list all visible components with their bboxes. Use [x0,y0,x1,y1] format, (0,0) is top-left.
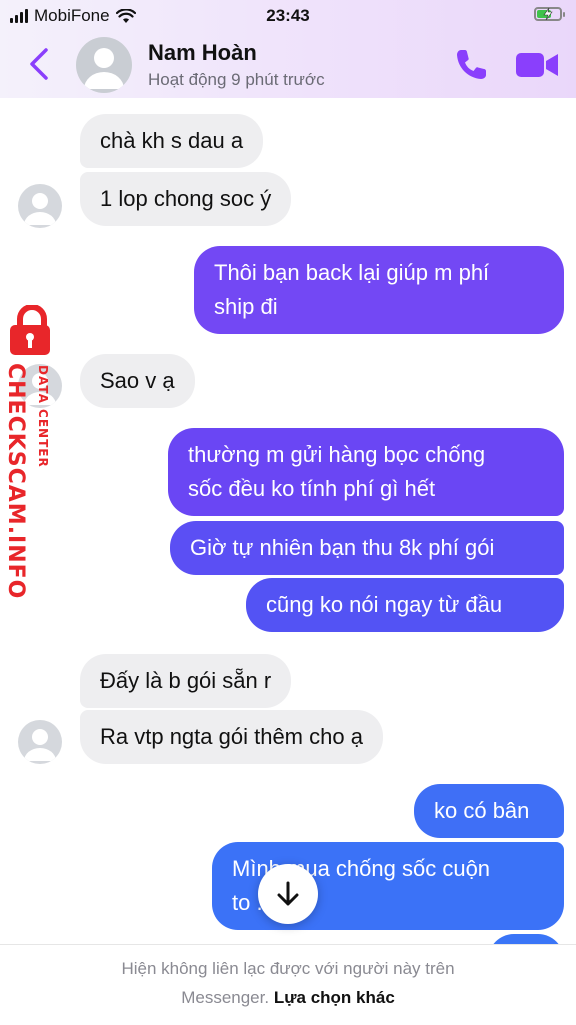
message-text-line: Thôi bạn back lại giúp m phí [214,260,490,285]
notice-text-end: Messenger. [181,988,270,1007]
message-incoming[interactable]: Đấy là b gói sẵn r [80,654,292,708]
contact-avatar[interactable] [76,37,132,93]
message-incoming[interactable]: 1 lop chong soc ý [80,172,292,226]
status-time: 23:43 [266,6,310,25]
watermark: CHECKSCAM.INFO DATA CENTER [0,305,64,599]
conversation-header: MobiFone 23:43 Nam Hoàn Hoạt động 9 phút… [0,0,576,98]
watermark-text: CHECKSCAM.INFO [3,363,28,600]
sender-avatar[interactable] [18,720,62,764]
message-incoming[interactable]: Ra vtp ngta gói thêm cho ạ [80,710,383,764]
phone-icon[interactable] [452,46,490,84]
message-text: 1 lop chong soc ý [100,186,272,211]
message-text: Sao v ạ [100,368,175,393]
message-text: chà kh s dau a [100,128,244,153]
contact-activity-status: Hoạt động 9 phút trước [148,70,325,89]
message-text-line: thường m gửi hàng bọc chống [188,442,486,467]
video-camera-icon[interactable] [514,48,560,82]
message-text: cũng ko nói ngay từ đầu [266,592,503,617]
message-text: ko có bân [434,798,530,823]
message-text-line: ship đi [214,294,278,319]
contact-name[interactable]: Nam Hoàn [148,40,257,66]
arrow-down-icon [277,881,299,906]
notice-text: Hiện không liên lạc được với người này t… [121,959,455,978]
message-text: Đấy là b gói sẵn r [100,668,272,693]
message-outgoing[interactable]: Giờ tự nhiên bạn thu 8k phí gói [170,521,564,575]
watermark-subtext: DATA CENTER [36,365,50,468]
lock-icon [10,305,50,355]
other-options-link[interactable]: Lựa chọn khác [274,988,395,1007]
battery-icon [534,7,565,21]
message-outgoing[interactable]: thường m gửi hàng bọc chống sốc đều ko t… [168,428,564,516]
message-incoming[interactable]: Sao v ạ [80,354,195,408]
message-text-line: sốc đều ko tính phí gì hết [188,476,436,501]
composer-unavailable-notice: Hiện không liên lạc được với người này t… [0,944,576,1025]
message-outgoing[interactable]: Thôi bạn back lại giúp m phí ship đi [194,246,564,334]
notice-line-2: Messenger. Lựa chọn khác [0,988,576,1008]
message-incoming[interactable]: chà kh s dau a [80,114,264,168]
message-text: Ra vtp ngta gói thêm cho ạ [100,724,363,749]
back-chevron-icon[interactable] [22,46,56,82]
message-outgoing[interactable]: ko có bân [414,784,564,838]
sender-avatar[interactable] [18,184,62,228]
status-bar: MobiFone 23:43 [0,0,576,32]
message-text: Giờ tự nhiên bạn thu 8k phí gói [190,535,495,560]
message-outgoing[interactable]: cũng ko nói ngay từ đầu [246,578,564,632]
scroll-to-bottom-button[interactable] [258,864,318,924]
